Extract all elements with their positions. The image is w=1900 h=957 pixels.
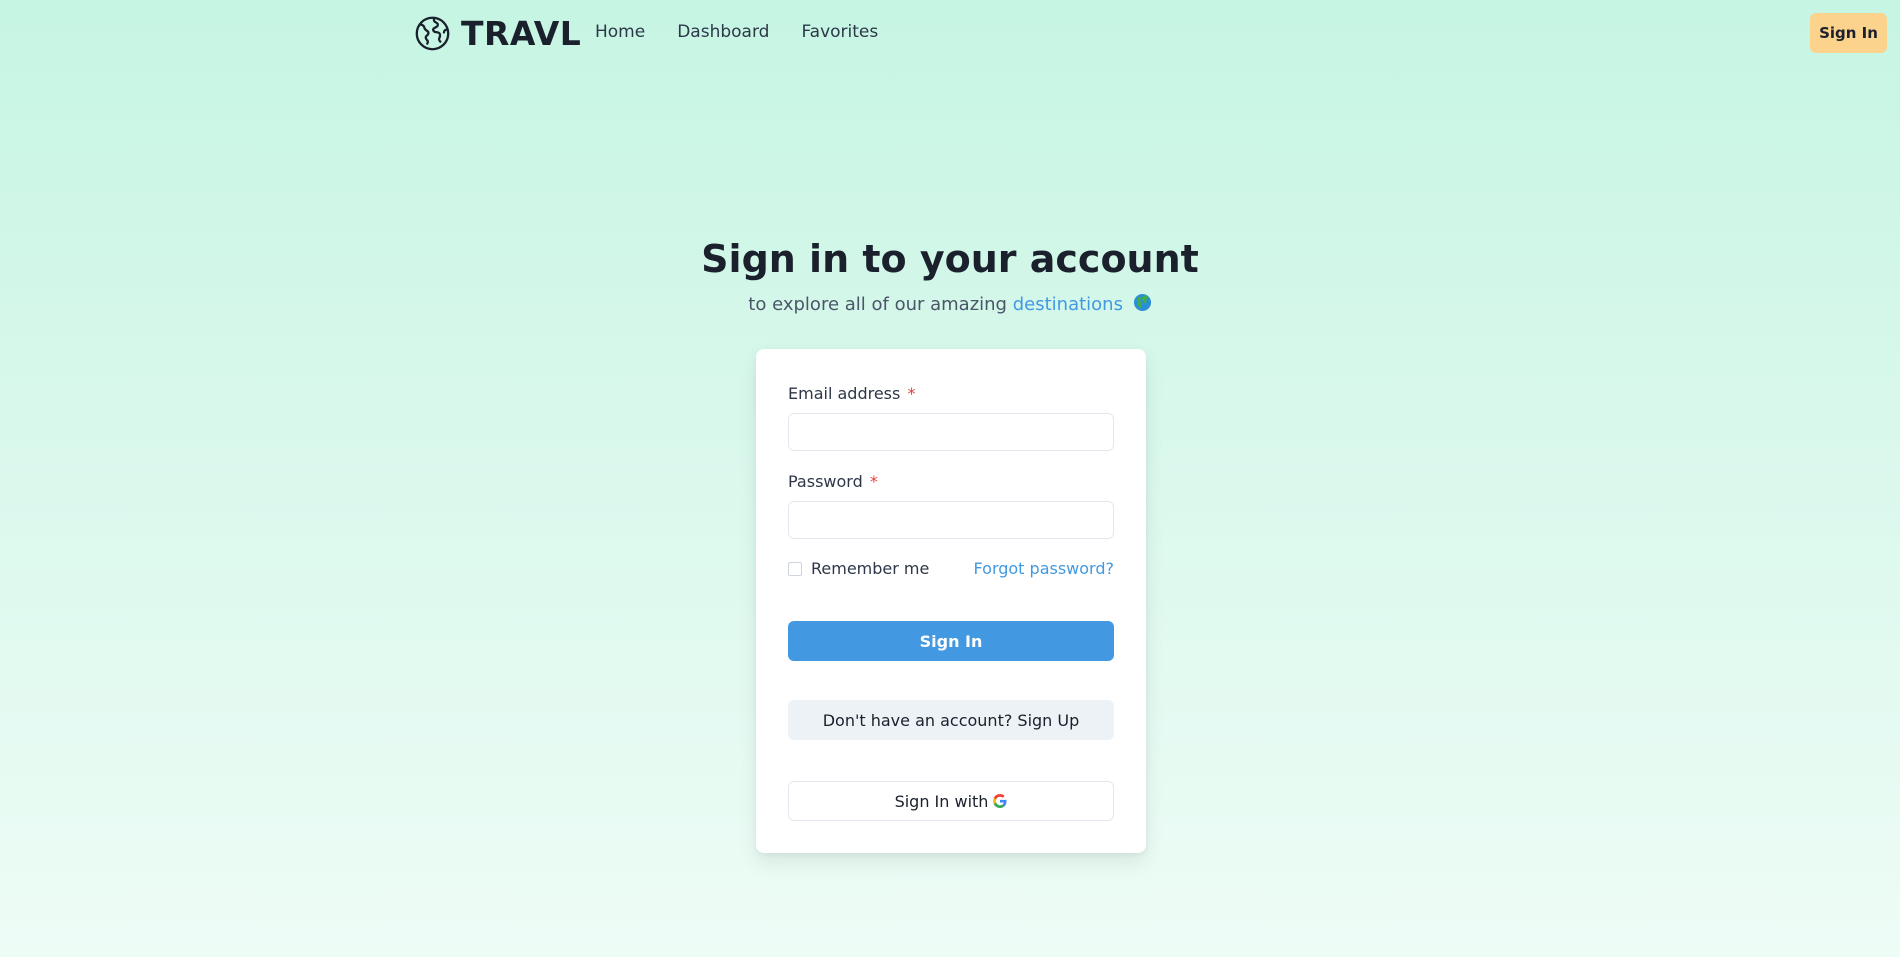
earth-globe-emoji-icon [1133, 293, 1151, 312]
globe-icon [415, 16, 450, 51]
forgot-password-link[interactable]: Forgot password? [974, 559, 1114, 578]
required-asterisk: * [869, 472, 878, 491]
main-nav: Home Dashboard Favorites [595, 22, 878, 42]
nav-link-home[interactable]: Home [595, 22, 645, 42]
email-label: Email address * [788, 384, 915, 403]
password-input[interactable] [788, 501, 1114, 539]
nav-link-dashboard[interactable]: Dashboard [677, 22, 769, 42]
email-label-text: Email address [788, 384, 901, 403]
remember-me[interactable]: Remember me [788, 559, 929, 578]
sign-in-button[interactable]: Sign In [788, 621, 1114, 661]
password-label: Password * [788, 472, 878, 491]
google-g-icon [993, 794, 1007, 808]
required-asterisk: * [907, 384, 916, 403]
logo[interactable]: TRAVL [414, 14, 581, 53]
header-sign-in-button[interactable]: Sign In [1810, 13, 1887, 53]
google-sign-in-button[interactable]: Sign In with [788, 781, 1114, 821]
sign-in-card: Email address * Password * Remember me F… [756, 349, 1146, 853]
destinations-link[interactable]: destinations [1013, 294, 1123, 315]
page-heading: Sign in to your account to explore all o… [0, 234, 1900, 317]
top-navbar: TRAVL Home Dashboard Favorites Sign In [0, 0, 1900, 66]
page-subtitle: to explore all of our amazing destinatio… [0, 293, 1900, 317]
page-title: Sign in to your account [701, 237, 1199, 281]
sign-up-button[interactable]: Don't have an account? Sign Up [788, 700, 1114, 740]
google-sign-in-label: Sign In with [894, 791, 989, 811]
subtitle-text: to explore all of our amazing [748, 294, 1013, 315]
remember-me-checkbox[interactable] [788, 561, 802, 576]
nav-link-favorites[interactable]: Favorites [801, 22, 878, 42]
password-label-text: Password [788, 472, 863, 491]
remember-me-label[interactable]: Remember me [811, 559, 929, 578]
email-input[interactable] [788, 413, 1114, 451]
logo-text: TRAVL [461, 14, 582, 53]
